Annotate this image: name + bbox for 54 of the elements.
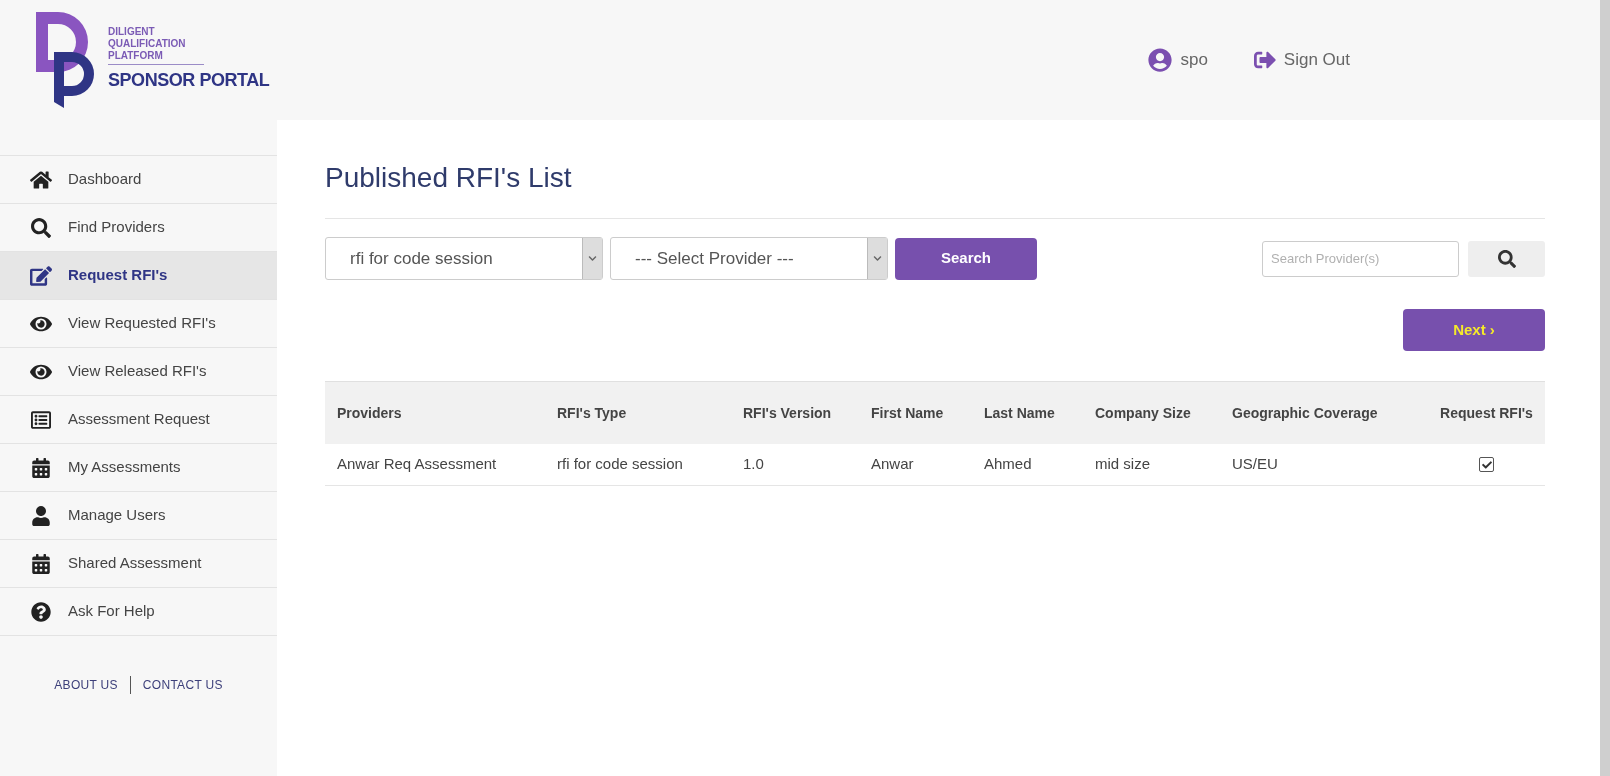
chevron-icon bbox=[873, 254, 882, 263]
sidebar-item[interactable]: View Released RFI's bbox=[0, 348, 277, 396]
calendar-icon bbox=[30, 457, 52, 478]
column-header: Company Size bbox=[1095, 404, 1191, 421]
sidebar-item[interactable]: Dashboard bbox=[0, 156, 277, 204]
search-field[interactable]: Search Provider(s) bbox=[1262, 240, 1459, 277]
next-button[interactable]: Next › bbox=[1403, 309, 1545, 351]
logo-icon bbox=[36, 12, 94, 108]
home-icon bbox=[30, 169, 52, 190]
column-header: Last Name bbox=[984, 404, 1055, 421]
table-cell: Ahmed bbox=[984, 455, 1032, 473]
logo-tagline: QUALIFICATION bbox=[108, 38, 187, 50]
table-cell: mid size bbox=[1095, 455, 1150, 473]
help-icon bbox=[30, 601, 52, 622]
search-icon-button[interactable] bbox=[1468, 240, 1545, 277]
footer-link[interactable]: CONTACT US bbox=[142, 676, 223, 694]
column-header: RFI's Type bbox=[557, 404, 627, 421]
column-header: RFI's Version bbox=[743, 404, 832, 421]
sidebar-item[interactable]: Request RFI's bbox=[0, 252, 277, 300]
rfi-select[interactable]: rfi for code session bbox=[325, 237, 603, 280]
page-title: Published RFI's List bbox=[325, 161, 573, 195]
provider-select[interactable]: --- Select Provider --- bbox=[610, 237, 888, 280]
user-icon bbox=[30, 505, 52, 526]
logo-tagline: DILIGENT bbox=[108, 26, 156, 38]
table-cell: US/EU bbox=[1232, 455, 1278, 473]
sidebar-item[interactable]: My Assessments bbox=[0, 444, 277, 492]
sidebar-item[interactable]: Ask For Help bbox=[0, 588, 277, 636]
list-icon bbox=[30, 409, 52, 430]
column-header: Geographic Coverage bbox=[1232, 404, 1378, 421]
table-cell: 1.0 bbox=[743, 455, 764, 473]
search-icon bbox=[1497, 249, 1516, 268]
table-cell: rfi for code session bbox=[557, 455, 683, 473]
calendar-icon bbox=[30, 553, 52, 574]
footer-link[interactable]: ABOUT US bbox=[54, 676, 118, 694]
table-cell: Anwar bbox=[871, 455, 914, 473]
sidebar-item[interactable]: Assessment Request bbox=[0, 396, 277, 444]
sidebar-item[interactable]: View Requested RFI's bbox=[0, 300, 277, 348]
search-button[interactable]: Search bbox=[895, 237, 1037, 280]
column-header: Request RFI's bbox=[1440, 404, 1533, 421]
sign-out-link[interactable]: Sign Out bbox=[1253, 47, 1350, 73]
request-checkbox[interactable] bbox=[1479, 457, 1494, 472]
user-avatar-icon bbox=[1148, 48, 1173, 72]
sidebar-item[interactable]: Manage Users bbox=[0, 492, 277, 540]
edit-icon bbox=[30, 265, 52, 286]
portal-name: SPONSOR PORTAL bbox=[108, 69, 270, 92]
column-header: First Name bbox=[871, 404, 944, 421]
user-link[interactable]: spo bbox=[1148, 47, 1208, 73]
column-header: Providers bbox=[337, 404, 402, 421]
table-cell: Anwar Req Assessment bbox=[337, 455, 497, 473]
logo-tagline: PLATFORM bbox=[108, 50, 164, 62]
chevron-icon bbox=[588, 254, 597, 263]
sidebar-item[interactable]: Shared Assessment bbox=[0, 540, 277, 588]
search-icon bbox=[30, 217, 52, 238]
sign-out-icon bbox=[1253, 49, 1276, 71]
